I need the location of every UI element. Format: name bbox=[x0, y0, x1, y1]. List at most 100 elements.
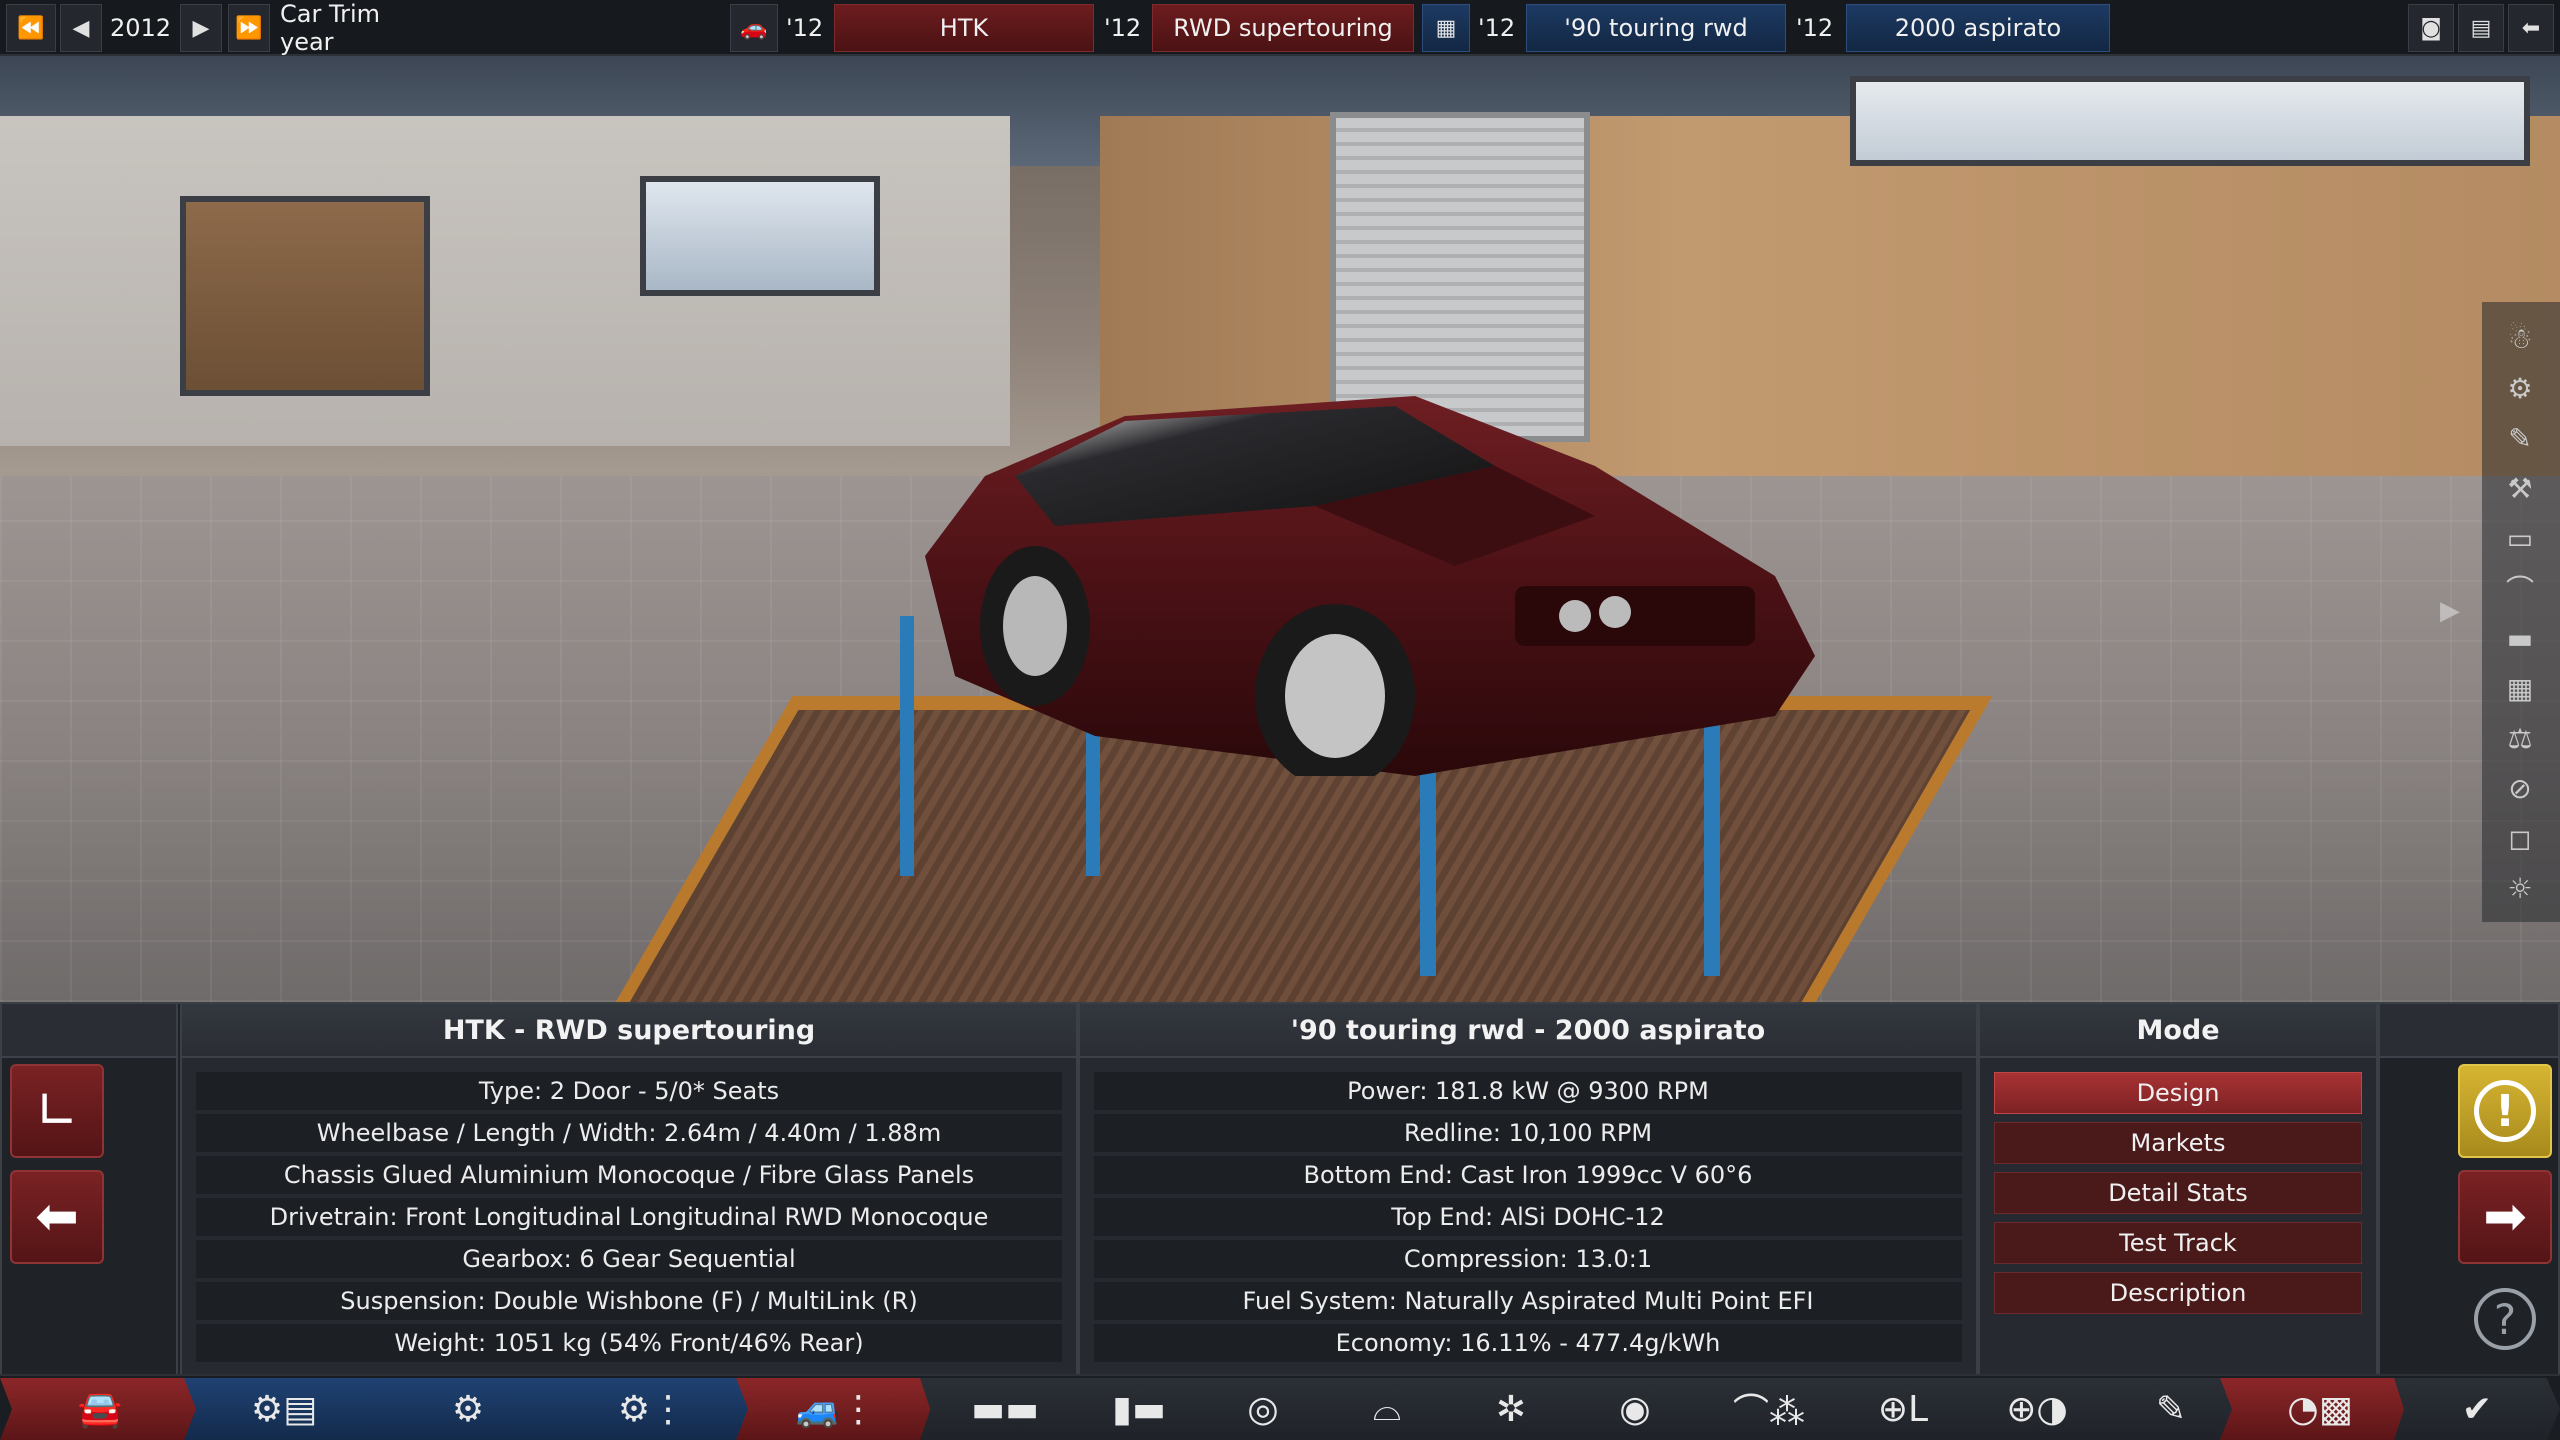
driver-icon[interactable]: ☃ bbox=[2498, 316, 2542, 360]
scene-panel-arrow-icon[interactable]: ▶ bbox=[2440, 596, 2470, 626]
frame-icon[interactable]: ◻ bbox=[2498, 816, 2542, 860]
previous-step-button[interactable]: ⬅ bbox=[10, 1170, 104, 1264]
engine-variant-button[interactable]: 2000 aspirato bbox=[1846, 4, 2110, 52]
light-icon[interactable]: ☼ bbox=[2498, 866, 2542, 910]
trim-icon: 🚙⋮ bbox=[795, 1389, 877, 1430]
grid-icon: ▤ bbox=[2470, 15, 2492, 41]
trim-icon[interactable]: ▬ bbox=[2498, 616, 2542, 660]
brake-disc-icon: ◉ bbox=[1619, 1388, 1651, 1430]
bumper-icon[interactable]: ▭ bbox=[2498, 516, 2542, 560]
car-summary-panel: HTK - RWD supertouring Type: 2 Door - 5/… bbox=[180, 1004, 1078, 1374]
engine-parts-icon: ⚙ bbox=[451, 1388, 485, 1430]
engine-stat-bottom-end: Bottom End: Cast Iron 1999cc V 60°6 bbox=[1094, 1156, 1962, 1194]
checkmark-icon: ✔ bbox=[2461, 1388, 2493, 1430]
chassis-icon: ▬▬ bbox=[970, 1388, 1040, 1430]
rename-button[interactable]: ∟ bbox=[10, 1064, 104, 1158]
engine-summary-title: '90 touring rwd - 2000 aspirato bbox=[1080, 1004, 1976, 1058]
engine-stat-economy: Economy: 16.11% - 477.4g/kWh bbox=[1094, 1324, 1962, 1362]
next-icon: ▶ bbox=[192, 15, 210, 41]
layout-button[interactable]: ▤ bbox=[2458, 4, 2504, 52]
mode-panel: Mode Design Markets Detail Stats Test Tr… bbox=[1978, 1004, 2378, 1374]
forward-year-button[interactable]: ⏩ bbox=[228, 4, 270, 52]
car-stat-weight: Weight: 1051 kg (54% Front/46% Rear) bbox=[196, 1324, 1062, 1362]
exit-button[interactable]: ⬅ bbox=[2508, 4, 2554, 52]
body-icon[interactable]: ⌒ bbox=[2498, 566, 2542, 610]
engine-tune-icon: ⚙⋮ bbox=[617, 1388, 687, 1430]
arrow-left-icon: ⬅ bbox=[35, 1187, 79, 1247]
wheel-icon[interactable]: ⚙ bbox=[2498, 366, 2542, 410]
car-stat-suspension: Suspension: Double Wishbone (F) / MultiL… bbox=[196, 1282, 1062, 1320]
engine-family-icon: ⚙▤ bbox=[250, 1388, 318, 1430]
car-stat-drivetrain: Drivetrain: Front Longitudinal Longitudi… bbox=[196, 1198, 1062, 1236]
engine-stat-power: Power: 181.8 kW @ 9300 RPM bbox=[1094, 1072, 1962, 1110]
back-arrow-icon: ⬅ bbox=[2521, 15, 2541, 41]
garage-viewport[interactable]: ▶ ☃ ⚙ ✎ ⚒ ▭ ⌒ ▬ ▦ ⚖ ⊘ ◻ ☼ bbox=[0, 56, 2560, 1002]
car-stat-dimensions: Wheelbase / Length / Width: 2.64m / 4.40… bbox=[196, 1114, 1062, 1152]
rewind-year-button[interactable]: ⏪ bbox=[6, 4, 56, 52]
nav-testing[interactable]: ◔▩ bbox=[2220, 1378, 2420, 1440]
engine-block-icon: ▦ bbox=[1435, 15, 1457, 41]
aero-icon: ⌒⁂ bbox=[1732, 1392, 1805, 1433]
drivetrain-icon: ▮▬ bbox=[1112, 1388, 1166, 1430]
mode-description-button[interactable]: Description bbox=[1994, 1272, 2362, 1314]
nav-finish[interactable]: ✔ bbox=[2394, 1378, 2560, 1440]
nav-chassis[interactable]: ▬▬ bbox=[920, 1378, 1090, 1440]
suspension-icon[interactable]: ⚖ bbox=[2498, 716, 2542, 760]
warning-icon: ! bbox=[2474, 1080, 2536, 1142]
rewind-icon: ⏪ bbox=[17, 15, 45, 41]
mode-test-track-button[interactable]: Test Track bbox=[1994, 1222, 2362, 1264]
view-toolstrip: ☃ ⚙ ✎ ⚒ ▭ ⌒ ▬ ▦ ⚖ ⊘ ◻ ☼ bbox=[2482, 302, 2560, 922]
model-year: '12 bbox=[786, 14, 824, 42]
trim-name-button[interactable]: RWD supertouring bbox=[1152, 4, 1414, 52]
trim-year-label: Car Trim year bbox=[280, 0, 381, 56]
nav-engine-tune[interactable]: ⚙⋮ bbox=[552, 1378, 752, 1440]
car-summary-title: HTK - RWD supertouring bbox=[182, 1004, 1076, 1058]
model-name-button[interactable]: HTK bbox=[834, 4, 1094, 52]
warnings-button[interactable]: ! bbox=[2458, 1064, 2552, 1158]
engine-family-button[interactable]: '90 touring rwd bbox=[1526, 4, 1786, 52]
trim-year-value: 2012 bbox=[110, 14, 172, 42]
arrow-right-icon: ➡ bbox=[2483, 1187, 2527, 1247]
engine-icon-button[interactable]: ▦ bbox=[1422, 4, 1470, 52]
brake-icon[interactable]: ⊘ bbox=[2498, 766, 2542, 810]
paint-icon[interactable]: ✎ bbox=[2498, 416, 2542, 460]
spray-icon: ✎ bbox=[2155, 1388, 2187, 1430]
suspension-icon-nav: ⌓ bbox=[1372, 1388, 1402, 1429]
help-icon: ? bbox=[2474, 1288, 2536, 1350]
prev-year-button[interactable]: ◀ bbox=[60, 4, 102, 52]
nav-trim[interactable]: 🚙⋮ bbox=[736, 1378, 936, 1440]
nav-paint[interactable]: ✎ bbox=[2096, 1378, 2246, 1440]
nav-engine-parts[interactable]: ⚙ bbox=[368, 1378, 568, 1440]
engine-summary-panel: '90 touring rwd - 2000 aspirato Power: 1… bbox=[1078, 1004, 1978, 1374]
next-year-button[interactable]: ▶ bbox=[180, 4, 222, 52]
car-stat-type: Type: 2 Door - 5/0* Seats bbox=[196, 1072, 1062, 1110]
engine-stat-fuel-system: Fuel System: Naturally Aspirated Multi P… bbox=[1094, 1282, 1962, 1320]
corkboard bbox=[180, 196, 430, 396]
engine-variant-year: '12 bbox=[1796, 14, 1834, 42]
forward-icon: ⏩ bbox=[235, 15, 263, 41]
nav-aero[interactable]: ⌒⁂ bbox=[1684, 1378, 1854, 1440]
engine-placement-icon: ◎ bbox=[1247, 1388, 1279, 1430]
nav-safety[interactable]: ⊕◑ bbox=[1952, 1378, 2122, 1440]
left-action-column: ∟ ⬅ bbox=[0, 1004, 178, 1374]
wheel-rim-icon: ✲ bbox=[1495, 1388, 1527, 1430]
car-model[interactable] bbox=[895, 356, 1855, 776]
mode-detail-stats-button[interactable]: Detail Stats bbox=[1994, 1172, 2362, 1214]
help-button[interactable]: ? bbox=[2458, 1272, 2552, 1366]
mode-design-button[interactable]: Design bbox=[1994, 1072, 2362, 1114]
gearbox-icon[interactable]: ▦ bbox=[2498, 666, 2542, 710]
camera-icon: ◙ bbox=[2420, 15, 2442, 41]
engine-view-icon[interactable]: ⚒ bbox=[2498, 466, 2542, 510]
screenshot-button[interactable]: ◙ bbox=[2408, 4, 2454, 52]
mode-markets-button[interactable]: Markets bbox=[1994, 1122, 2362, 1164]
engine-stat-redline: Redline: 10,100 RPM bbox=[1094, 1114, 1962, 1152]
right-column-header bbox=[2380, 1004, 2558, 1058]
nav-car-model[interactable]: 🚘 bbox=[0, 1378, 200, 1440]
skylight-window bbox=[1850, 76, 2530, 166]
nav-engine-family[interactable]: ⚙▤ bbox=[184, 1378, 384, 1440]
top-bar: ⏪ ◀ 2012 ▶ ⏩ Car Trim year 🚗 '12 HTK '12… bbox=[0, 0, 2560, 56]
next-step-button[interactable]: ➡ bbox=[2458, 1170, 2552, 1264]
car-model-icon-button[interactable]: 🚗 bbox=[730, 4, 778, 52]
safety-icon: ⊕◑ bbox=[2006, 1388, 2068, 1430]
car-stat-gearbox: Gearbox: 6 Gear Sequential bbox=[196, 1240, 1062, 1278]
